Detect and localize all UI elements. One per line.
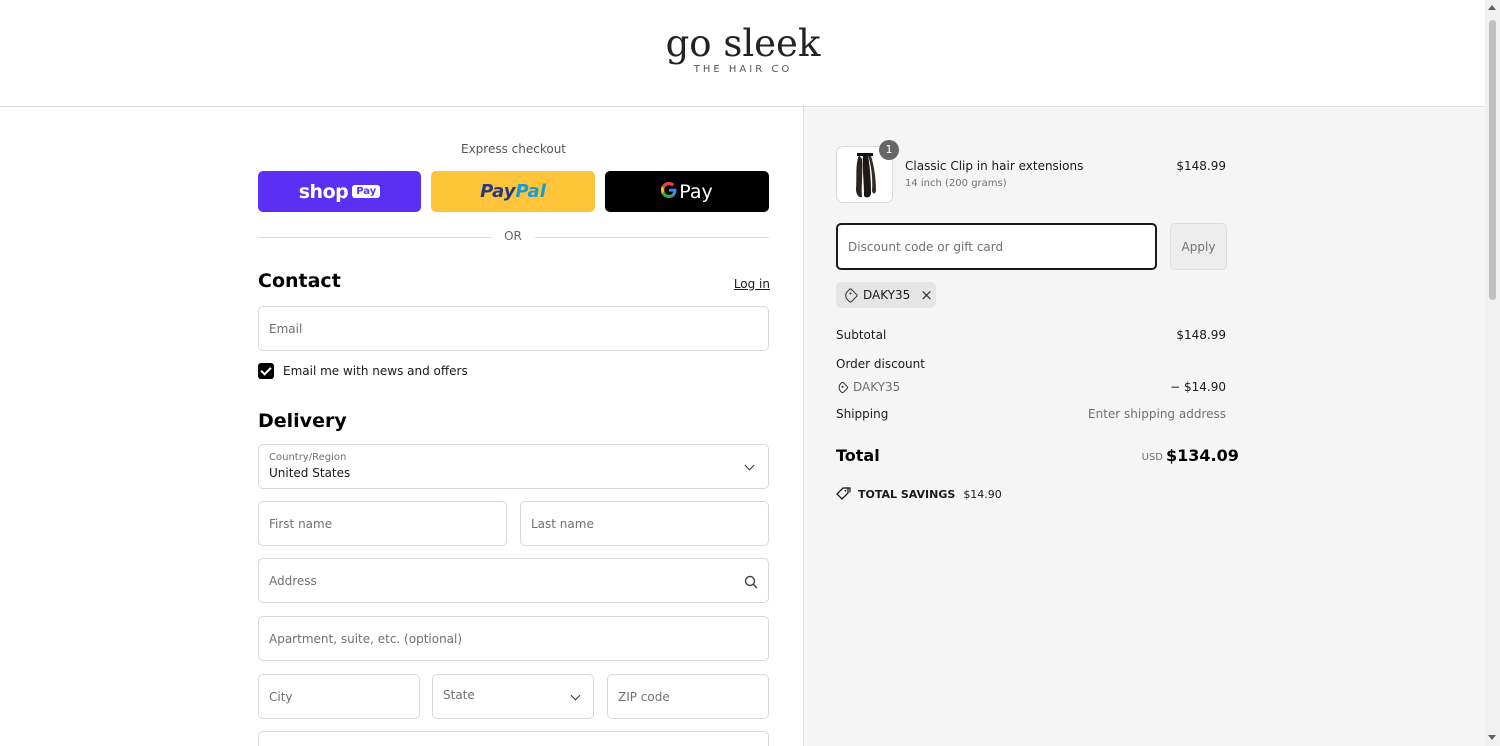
savings-value: $14.90 bbox=[963, 487, 1002, 501]
apartment-field[interactable]: Apartment, suite, etc. (optional) bbox=[258, 616, 769, 661]
page-scrollbar[interactable] bbox=[1485, 0, 1500, 746]
product-name: Classic Clip in hair extensions bbox=[905, 159, 1084, 173]
total-value: $134.09 bbox=[1166, 446, 1239, 465]
remove-discount-icon[interactable]: × bbox=[920, 288, 933, 303]
total-savings: TOTAL SAVINGS $14.90 bbox=[836, 487, 1002, 501]
scroll-down-arrow-icon[interactable] bbox=[1488, 735, 1496, 740]
paypal-button[interactable]: PayPal bbox=[431, 171, 595, 212]
applied-code-label: DAKY35 bbox=[863, 288, 911, 302]
quantity-badge: 1 bbox=[879, 140, 899, 160]
tag-icon bbox=[836, 380, 849, 394]
news-offers-checkbox[interactable] bbox=[258, 363, 274, 379]
shipping-label: Shipping bbox=[836, 407, 889, 421]
subtotal-value: $148.99 bbox=[1176, 328, 1226, 342]
scroll-up-arrow-icon[interactable] bbox=[1488, 5, 1496, 10]
brand-name: go sleek bbox=[665, 22, 821, 65]
savings-label: TOTAL SAVINGS bbox=[858, 487, 956, 501]
product-variant: 14 inch (200 grams) bbox=[905, 178, 1007, 189]
discount-placeholder: Discount code or gift card bbox=[848, 240, 1004, 254]
last-name-field[interactable]: Last name bbox=[520, 501, 769, 546]
state-placeholder: State bbox=[443, 688, 475, 702]
applied-discount-chip: DAKY35 × bbox=[836, 282, 936, 308]
google-pay-button[interactable]: Pay bbox=[605, 171, 769, 212]
or-divider: OR bbox=[258, 228, 769, 246]
address-field[interactable]: Address bbox=[258, 558, 769, 603]
discount-code-input[interactable]: Discount code or gift card bbox=[836, 223, 1157, 270]
zip-code-field[interactable]: ZIP code bbox=[607, 674, 769, 719]
address-placeholder: Address bbox=[269, 574, 317, 588]
or-line-right bbox=[535, 237, 769, 238]
country-value: United States bbox=[269, 466, 351, 480]
shop-pay-wordmark: shop bbox=[298, 180, 349, 203]
contact-title: Contact bbox=[258, 270, 341, 292]
apartment-placeholder: Apartment, suite, etc. (optional) bbox=[269, 632, 463, 646]
email-placeholder: Email bbox=[269, 322, 303, 336]
country-label: Country/Region bbox=[269, 452, 347, 463]
chevron-down-icon bbox=[570, 690, 581, 701]
order-summary-panel bbox=[803, 107, 1485, 746]
savings-tag-icon bbox=[836, 487, 851, 501]
delivery-title: Delivery bbox=[258, 410, 347, 432]
log-in-link[interactable]: Log in bbox=[720, 277, 770, 291]
tag-icon bbox=[842, 287, 859, 303]
search-icon bbox=[744, 574, 758, 593]
city-field[interactable]: City bbox=[258, 674, 420, 719]
order-discount-label: Order discount bbox=[836, 357, 925, 371]
phone-field[interactable] bbox=[258, 731, 769, 746]
email-field[interactable]: Email bbox=[258, 306, 769, 351]
discount-value: − $14.90 bbox=[1170, 380, 1226, 394]
or-label: OR bbox=[504, 229, 522, 243]
brand-logo[interactable]: go sleek THE HAIR CO bbox=[662, 22, 824, 82]
apply-discount-button[interactable]: Apply bbox=[1170, 223, 1227, 270]
or-line-left bbox=[258, 237, 492, 238]
total-label: Total bbox=[836, 446, 880, 465]
chevron-down-icon bbox=[744, 460, 755, 471]
state-select[interactable]: State bbox=[432, 674, 594, 719]
news-offers-label: Email me with news and offers bbox=[283, 364, 468, 378]
last-name-placeholder: Last name bbox=[531, 517, 594, 531]
shop-pay-button[interactable]: shop Pay bbox=[258, 171, 421, 212]
header: go sleek THE HAIR CO bbox=[0, 0, 1485, 107]
discount-code-label: DAKY35 bbox=[853, 380, 901, 394]
city-placeholder: City bbox=[269, 690, 293, 704]
first-name-placeholder: First name bbox=[269, 517, 333, 531]
scrollbar-thumb[interactable] bbox=[1489, 20, 1496, 300]
first-name-field[interactable]: First name bbox=[258, 501, 507, 546]
paypal-wordmark: PayPal bbox=[480, 181, 546, 202]
shop-pay-badge: Pay bbox=[352, 185, 381, 198]
product-price: $148.99 bbox=[1176, 159, 1226, 173]
zip-code-placeholder: ZIP code bbox=[618, 690, 670, 704]
express-checkout-label: Express checkout bbox=[460, 142, 567, 156]
discount-code-row: DAKY35 bbox=[836, 380, 901, 394]
total-currency: USD bbox=[1141, 452, 1163, 463]
google-pay-label: Pay bbox=[679, 180, 713, 203]
subtotal-label: Subtotal bbox=[836, 328, 887, 342]
google-g-icon bbox=[661, 181, 677, 203]
shipping-value: Enter shipping address bbox=[1088, 407, 1226, 421]
country-select[interactable]: Country/Region United States bbox=[258, 444, 769, 489]
